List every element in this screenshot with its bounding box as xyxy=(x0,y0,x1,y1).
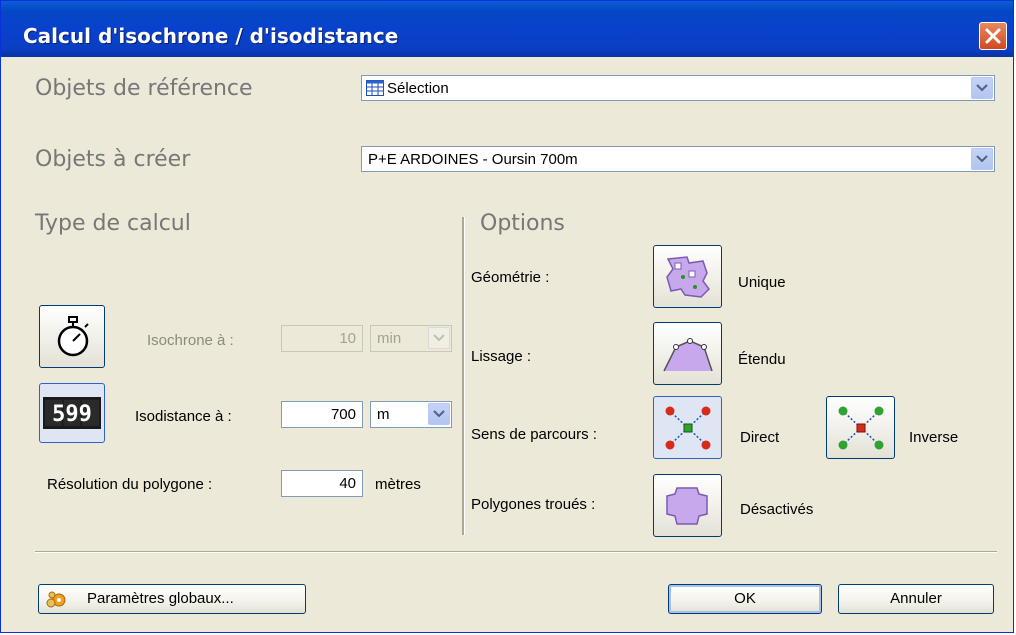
reference-value: Sélection xyxy=(387,80,449,97)
smoothed-polygon-icon xyxy=(663,338,713,372)
isodistance-label: Isodistance à : xyxy=(135,408,232,425)
chevron-down-icon xyxy=(976,155,988,163)
options-heading: Options xyxy=(480,211,565,236)
direction-direct-button[interactable] xyxy=(653,396,722,459)
isochrone-value-input[interactable]: 10 xyxy=(281,325,363,352)
isodistance-value-input[interactable]: 700 xyxy=(281,401,363,428)
geometry-label: Géométrie : xyxy=(471,269,550,286)
direction-inverse-label: Inverse xyxy=(909,429,959,446)
title-bar[interactable]: Calcul d'isochrone / d'isodistance xyxy=(1,1,1013,57)
window-title: Calcul d'isochrone / d'isodistance xyxy=(23,24,399,48)
reference-dropdown-button[interactable] xyxy=(971,77,993,99)
cancel-label: Annuler xyxy=(890,590,942,607)
reference-select[interactable]: Sélection xyxy=(361,75,995,101)
holes-label: Polygones troués : xyxy=(471,496,596,513)
smoothing-label: Lissage : xyxy=(471,348,532,365)
create-label: Objets à créer xyxy=(35,147,191,172)
isodistance-unit-select[interactable]: m xyxy=(370,401,452,428)
create-select[interactable]: P+E ARDOINES - Oursin 700m xyxy=(361,146,995,172)
holes-value: Désactivés xyxy=(740,501,814,518)
cancel-button[interactable]: Annuler xyxy=(838,584,994,614)
isochrone-label: Isochrone à : xyxy=(147,332,234,349)
resolution-value-input[interactable]: 40 xyxy=(281,470,363,497)
close-button[interactable] xyxy=(979,22,1007,50)
stopwatch-icon xyxy=(57,316,89,357)
inverse-direction-icon xyxy=(838,406,884,450)
isodistance-unit-value: m xyxy=(377,406,390,423)
dialog-window: Calcul d'isochrone / d'isodistance Objet… xyxy=(0,0,1014,633)
polygon-holes-icon xyxy=(666,487,708,525)
direct-direction-icon xyxy=(665,406,711,450)
chevron-down-icon xyxy=(433,410,445,418)
isochrone-button[interactable] xyxy=(39,305,105,368)
table-icon xyxy=(366,80,384,96)
close-icon xyxy=(985,28,1001,44)
horizontal-separator xyxy=(35,551,997,553)
gears-icon xyxy=(46,591,66,608)
calc-type-heading: Type de calcul xyxy=(35,211,191,236)
resolution-unit-label: mètres xyxy=(375,476,421,493)
smoothing-button[interactable] xyxy=(653,322,722,385)
polygon-unique-icon xyxy=(666,256,710,298)
isochrone-unit-dropdown-button[interactable] xyxy=(428,327,450,349)
ok-label: OK xyxy=(734,590,756,607)
smoothing-value: Étendu xyxy=(738,351,786,368)
create-value: P+E ARDOINES - Oursin 700m xyxy=(368,151,578,168)
reference-label: Objets de référence xyxy=(35,76,253,101)
create-dropdown-button[interactable] xyxy=(971,148,993,170)
isochrone-unit-value: min xyxy=(377,330,402,347)
global-params-label: Paramètres globaux... xyxy=(87,590,234,607)
direction-label: Sens de parcours : xyxy=(471,426,597,443)
isochrone-unit-select[interactable]: min xyxy=(370,325,452,352)
holes-button[interactable] xyxy=(653,474,722,537)
vertical-separator xyxy=(462,217,465,535)
geometry-button[interactable] xyxy=(653,245,722,308)
chevron-down-icon xyxy=(976,84,988,92)
global-params-button[interactable]: Paramètres globaux... xyxy=(38,584,306,614)
counter-digits: 599 xyxy=(52,402,92,427)
geometry-value: Unique xyxy=(738,274,786,291)
ok-button[interactable]: OK xyxy=(668,584,822,614)
direction-inverse-button[interactable] xyxy=(826,396,895,459)
direction-direct-label: Direct xyxy=(740,429,780,446)
counter-599-icon: 599 xyxy=(43,397,101,429)
isodistance-button[interactable]: 599 xyxy=(39,383,105,443)
chevron-down-icon xyxy=(433,334,445,342)
isodistance-unit-dropdown-button[interactable] xyxy=(428,403,450,425)
resolution-label: Résolution du polygone : xyxy=(47,476,213,493)
